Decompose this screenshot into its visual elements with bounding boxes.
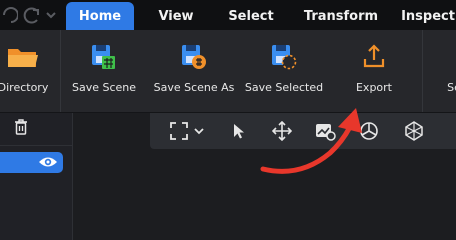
- directory-button[interactable]: Directory: [0, 30, 54, 112]
- save-scene-label: Save Scene: [71, 81, 137, 94]
- cut-off-label: Se: [447, 81, 456, 94]
- history-dropdown-chevron-icon[interactable]: [45, 5, 57, 25]
- select-pointer-icon[interactable]: [226, 119, 252, 143]
- screenshot-icon[interactable]: [312, 119, 338, 143]
- mesh-icon[interactable]: [401, 119, 427, 143]
- save-selected-button[interactable]: Save Selected: [244, 30, 324, 112]
- save-selected-label: Save Selected: [244, 81, 324, 94]
- tab-transform[interactable]: Transform: [296, 2, 386, 30]
- save-scene-as-label: Save Scene As: [153, 81, 235, 94]
- ribbon-separator: [422, 30, 423, 112]
- save-selected-icon: [270, 42, 298, 72]
- trash-icon[interactable]: [14, 119, 28, 135]
- cut-off-ribbon-button[interactable]: Se: [446, 30, 456, 112]
- directory-label: Directory: [0, 81, 49, 94]
- tab-select[interactable]: Select: [220, 2, 282, 30]
- export-button[interactable]: Export: [346, 30, 402, 112]
- scene-panel: [0, 113, 73, 240]
- save-scene-as-icon: [180, 42, 208, 72]
- axes-icon[interactable]: [356, 119, 382, 143]
- undo-icon[interactable]: [2, 5, 18, 25]
- eye-icon[interactable]: [38, 155, 58, 169]
- panel-divider: [0, 145, 72, 146]
- export-label: Export: [355, 81, 392, 94]
- move-icon[interactable]: [269, 119, 295, 143]
- folder-icon: [6, 42, 40, 72]
- tab-inspect[interactable]: Inspect: [396, 2, 456, 30]
- fit-view-icon[interactable]: [166, 119, 192, 143]
- save-scene-icon: [90, 42, 118, 72]
- redo-icon[interactable]: [22, 5, 42, 25]
- export-icon: [361, 42, 387, 72]
- tab-home[interactable]: Home: [66, 2, 134, 30]
- ribbon-separator: [60, 30, 61, 112]
- save-scene-button[interactable]: Save Scene: [70, 30, 138, 112]
- tab-view[interactable]: View: [150, 2, 202, 30]
- save-scene-as-button[interactable]: Save Scene As: [154, 30, 234, 112]
- chevron-down-icon[interactable]: [190, 119, 208, 143]
